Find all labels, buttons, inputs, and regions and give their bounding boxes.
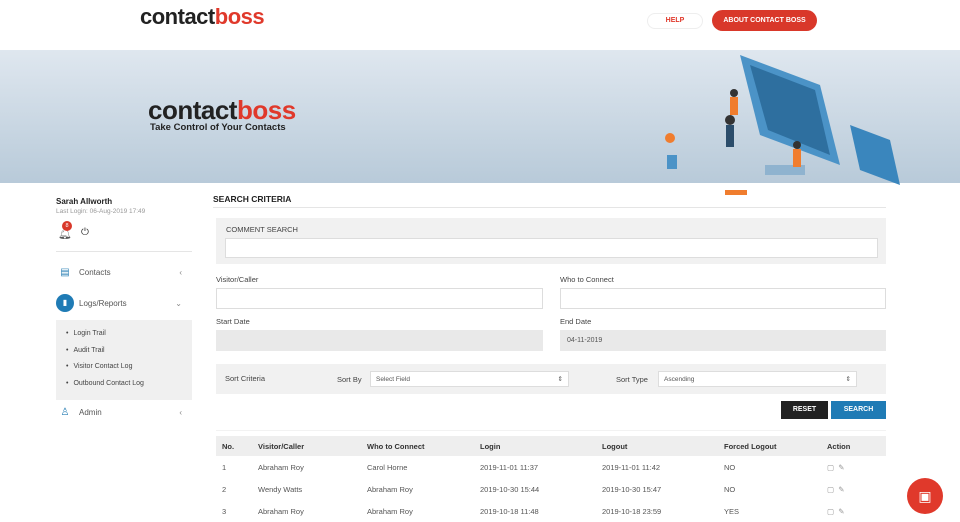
table-header: No. Visitor/Caller Who to Connect Login … [216,436,886,456]
table-cell: Abraham Roy [258,506,304,516]
results-table: No. Visitor/Caller Who to Connect Login … [216,436,886,522]
col-action: Action [821,436,886,456]
chevron-down-icon: ⌄ [175,298,182,308]
view-icon[interactable]: ▢ [827,485,834,494]
table-cell: Abraham Roy [367,506,413,516]
edit-icon[interactable]: ✎ [838,507,844,516]
table-cell: 2019-10-18 11:48 [480,506,539,516]
logs-submenu: Login Trail Audit Trail Visitor Contact … [56,320,192,400]
table-cell: 2019-10-30 15:47 [602,484,662,494]
table-cell: 2019-11-01 11:42 [602,462,661,472]
col-visitor: Visitor/Caller [252,436,361,456]
sort-criteria-label: Sort Criteria [225,374,266,383]
table-cell: Wendy Watts [258,484,303,494]
end-date-label: End Date [560,317,592,326]
submenu-audit-trail[interactable]: Audit Trail [56,343,192,360]
table-cell: YES [724,506,740,516]
sidebar-item-contacts[interactable]: ▤ Contacts ‹ [56,263,192,281]
user-name: Sarah Allworth [56,197,113,206]
table-cell: NO [724,462,736,472]
table-cell: 2 [222,484,227,494]
sidebar-item-admin[interactable]: ♙ Admin ‹ [56,403,192,421]
section-title: SEARCH CRITERIA [213,194,292,204]
table-cell: 2019-10-30 15:44 [480,484,540,494]
col-forced-logout: Forced Logout [718,436,821,456]
edit-icon[interactable]: ✎ [838,485,844,494]
reset-button[interactable]: RESET [781,401,828,419]
submenu-visitor-contact-log[interactable]: Visitor Contact Log [56,359,192,376]
chevron-left-icon: ‹ [179,267,182,277]
user-icon: ♙ [60,406,70,418]
contacts-icon: ▤ [60,266,70,278]
table-cell: Abraham Roy [258,462,304,472]
notification-badge: 8 [62,221,72,231]
chevron-left-icon: ‹ [179,407,182,417]
sort-by-select[interactable]: Select Field ⇕ [370,371,569,387]
start-date-label: Start Date [216,317,250,326]
hero-banner: contactboss Take Control of Your Contact… [0,50,960,195]
table-cell: Abraham Roy [367,484,413,494]
illustration [665,55,900,195]
action-cell: ▢ ✎ [821,456,886,478]
col-logout: Logout [596,436,718,456]
sidebar-item-logs-reports[interactable]: ▮ Logs/Reports ⌄ [56,294,192,312]
sort-type-select[interactable]: Ascending ⇕ [658,371,857,387]
who-input[interactable] [560,288,886,309]
table-row: 3 Abraham Roy Abraham Roy 2019-10-18 11:48 2… [216,500,886,522]
power-icon[interactable]: ⏻ [81,227,89,238]
visitor-input[interactable] [216,288,543,309]
contact-card-button[interactable]: ▣ [907,478,943,514]
table-cell: 1 [222,462,227,472]
table-cell: 3 [222,506,227,516]
comment-search-label: COMMENT SEARCH [226,225,298,234]
comment-search-input[interactable] [225,238,878,258]
submenu-login-trail[interactable]: Login Trail [56,326,192,343]
select-arrows-icon: ⇕ [845,376,851,383]
submenu-outbound-contact-log[interactable]: Outbound Contact Log [56,376,192,393]
view-icon[interactable]: ▢ [827,463,834,472]
edit-icon[interactable]: ✎ [838,463,844,472]
contact-card-icon: ▣ [918,488,932,504]
col-login: Login [474,436,596,456]
action-cell: ▢ ✎ [821,500,886,522]
action-cell: ▢ ✎ [821,478,886,500]
table-cell: 2019-10-18 23:59 [602,506,662,516]
end-date-input[interactable]: 04-11-2019 [560,330,886,351]
visitor-label: Visitor/Caller [216,275,259,284]
view-icon[interactable]: ▢ [827,507,834,516]
banner-tagline: Take Control of Your Contacts [150,122,286,133]
col-no: No. [216,436,252,456]
start-date-input[interactable] [216,330,543,351]
table-cell: Carol Horne [367,462,408,472]
table-cell: 2019-11-01 11:37 [480,462,539,472]
table-row: 2 Wendy Watts Abraham Roy 2019-10-30 15:44 2… [216,478,886,500]
last-login: Last Login: 06-Aug-2019 17:49 [56,208,146,215]
sort-by-label: Sort By [337,375,362,384]
header-logo[interactable]: contactboss [140,4,265,30]
who-label: Who to Connect [560,275,614,284]
select-arrows-icon: ⇕ [557,376,563,383]
comment-search-box: COMMENT SEARCH [216,218,886,264]
sort-type-label: Sort Type [616,375,648,384]
sort-criteria-box: Sort Criteria Sort By Select Field ⇕ Sort… [216,364,886,394]
col-who: Who to Connect [361,436,474,456]
chart-icon: ▮ [56,294,74,312]
table-row: 1 Abraham Roy Carol Horne 2019-11-01 11:37 2… [216,456,886,478]
table-cell: NO [724,484,736,494]
search-button[interactable]: SEARCH [831,401,886,419]
